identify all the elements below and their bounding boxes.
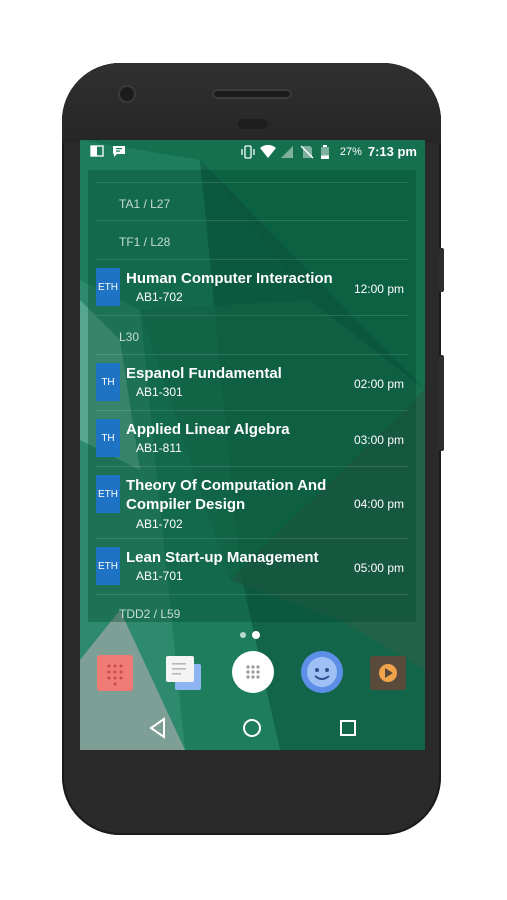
class-room: AB1-702 bbox=[136, 517, 183, 531]
phone-top-bezel bbox=[62, 63, 441, 143]
page-dot-active bbox=[252, 631, 260, 639]
class-type-tag: TH bbox=[96, 419, 120, 457]
battery-icon bbox=[320, 144, 334, 159]
signal-icon bbox=[280, 145, 294, 159]
class-title: Theory Of Computation And Compiler Desig… bbox=[126, 477, 327, 513]
no-sim-icon bbox=[300, 145, 314, 159]
media-player-app-icon[interactable] bbox=[369, 654, 407, 692]
navigation-bar bbox=[80, 706, 425, 750]
schedule-header-row: TF1 / L28 bbox=[96, 220, 408, 259]
class-title: Espanol Fundamental bbox=[126, 365, 282, 382]
class-time: 04:00 pm bbox=[353, 497, 404, 511]
vibrate-icon bbox=[240, 144, 255, 159]
phone-screen: 27% 7:13 pm TA1 / L27 TF1 / L28 ETH Huma… bbox=[80, 140, 425, 750]
slot-header: TF1 / L28 bbox=[119, 235, 171, 249]
recents-icon[interactable] bbox=[336, 716, 360, 740]
contacts-app-icon[interactable] bbox=[300, 650, 344, 694]
class-type-tag: ETH bbox=[96, 547, 120, 585]
schedule-header-row: L30 bbox=[96, 315, 408, 354]
slot-header: TDD2 / L59 bbox=[119, 607, 181, 621]
outlook-icon bbox=[90, 144, 104, 158]
page-indicator bbox=[240, 631, 260, 639]
class-title: Applied Linear Algebra bbox=[126, 421, 290, 438]
class-room: AB1-301 bbox=[136, 385, 183, 399]
class-title: Lean Start-up Management bbox=[126, 549, 319, 566]
slot-header: TA1 / L27 bbox=[119, 197, 171, 211]
class-room: AB1-701 bbox=[136, 569, 183, 583]
wifi-icon bbox=[259, 144, 276, 159]
battery-percent: 27% bbox=[339, 145, 362, 158]
timetable-widget[interactable]: TA1 / L27 TF1 / L28 ETH Human Computer I… bbox=[88, 170, 416, 622]
volume-button[interactable] bbox=[439, 355, 444, 451]
home-icon[interactable] bbox=[240, 716, 264, 740]
class-time: 02:00 pm bbox=[353, 377, 404, 391]
class-type-tag: TH bbox=[96, 363, 120, 401]
dialer-app-icon[interactable] bbox=[96, 654, 134, 692]
class-title: Human Computer Interaction bbox=[126, 270, 333, 287]
class-type-tag: ETH bbox=[96, 475, 120, 513]
schedule-header-row: TDD2 / L59 bbox=[96, 594, 408, 622]
class-item[interactable]: TH Espanol Fundamental AB1-301 02:00 pm bbox=[96, 354, 408, 411]
class-time: 12:00 pm bbox=[353, 282, 404, 296]
back-icon[interactable] bbox=[146, 716, 170, 740]
class-item[interactable]: ETH Lean Start-up Management AB1-701 05:… bbox=[96, 538, 408, 595]
earpiece-speaker bbox=[214, 91, 290, 97]
power-button[interactable] bbox=[439, 248, 444, 292]
slot-header: L30 bbox=[119, 330, 140, 344]
messages-app-icon[interactable] bbox=[165, 654, 203, 692]
class-type-tag: ETH bbox=[96, 268, 120, 306]
message-icon bbox=[112, 144, 126, 158]
page-dot bbox=[240, 632, 246, 638]
class-item[interactable]: ETH Human Computer Interaction AB1-702 1… bbox=[96, 259, 408, 316]
proximity-sensor bbox=[238, 119, 268, 129]
status-bar: 27% 7:13 pm bbox=[80, 140, 425, 164]
class-item[interactable]: TH Applied Linear Algebra AB1-811 03:00 … bbox=[96, 410, 408, 467]
class-room: AB1-702 bbox=[136, 290, 183, 304]
class-time: 03:00 pm bbox=[353, 433, 404, 447]
class-room: AB1-811 bbox=[136, 441, 182, 455]
front-camera bbox=[120, 87, 134, 101]
class-item[interactable]: ETH Theory Of Computation And Compiler D… bbox=[96, 466, 408, 539]
app-drawer-icon[interactable] bbox=[231, 650, 275, 694]
app-dock bbox=[80, 650, 425, 698]
schedule-header-row: TA1 / L27 bbox=[96, 182, 408, 221]
clock: 7:13 pm bbox=[367, 144, 417, 159]
class-time: 05:00 pm bbox=[353, 561, 404, 575]
